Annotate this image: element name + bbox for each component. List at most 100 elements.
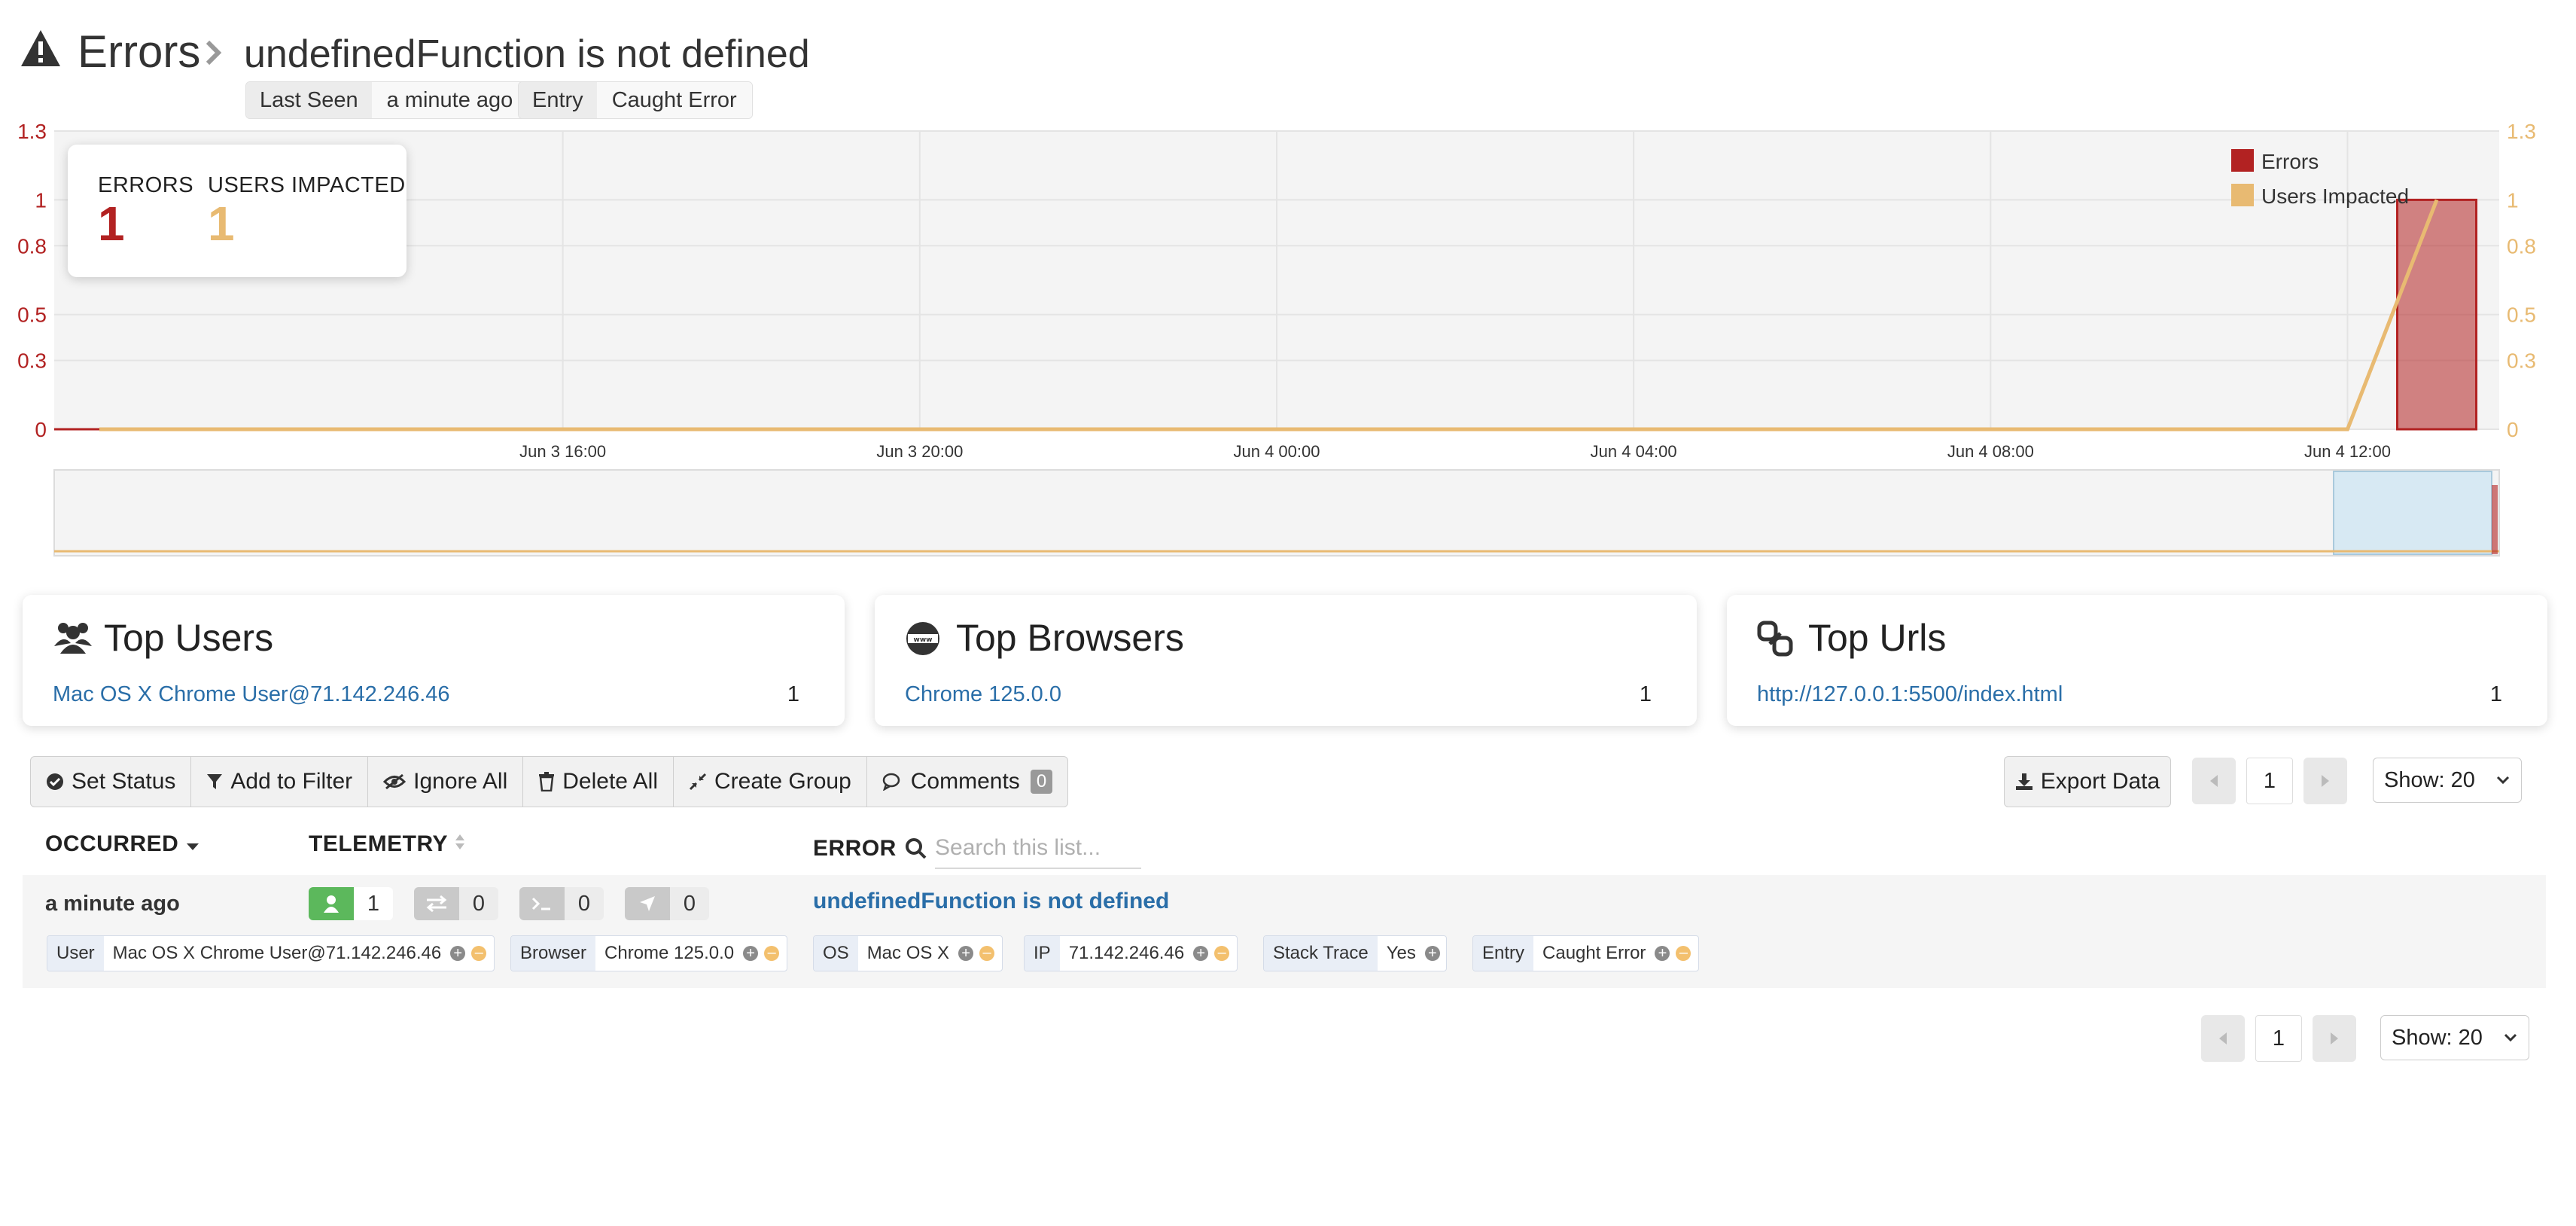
summary-card: ERRORS 1 USERS IMPACTED 1	[68, 145, 406, 277]
tag-value: Caught Error	[596, 82, 752, 118]
top-user-link[interactable]: Mac OS X Chrome User@71.142.246.46	[53, 682, 450, 707]
search-icon	[905, 837, 927, 864]
y-tick-label-left: 0.8	[17, 234, 47, 258]
tag-key: Entry	[519, 82, 597, 118]
plus-circle-icon[interactable]: +	[958, 946, 974, 961]
navigator	[53, 469, 2500, 557]
chip-ip: IP 71.142.246.46 + –	[1024, 935, 1238, 971]
telemetry-user-count: 1	[354, 887, 393, 920]
top-urls-title: Top Urls	[1808, 617, 1947, 659]
chevron-down-icon	[2504, 1033, 2517, 1042]
users-icon	[53, 621, 93, 657]
telemetry-console-count: 0	[565, 887, 604, 920]
y-tick-label-right: 0.8	[2507, 234, 2536, 258]
ignore-all-label: Ignore All	[413, 769, 508, 794]
globe-icon: www	[905, 621, 941, 660]
comments-button[interactable]: Comments 0	[867, 757, 1067, 807]
current-page: 1	[2246, 758, 2293, 804]
minus-circle-icon[interactable]: –	[1676, 945, 1691, 961]
next-page-button[interactable]	[2303, 758, 2347, 804]
x-tick-label: Jun 4 12:00	[2304, 442, 2391, 461]
chevron-down-icon	[2496, 776, 2510, 785]
top-browser-link[interactable]: Chrome 125.0.0	[905, 682, 1061, 707]
plus-circle-icon[interactable]: +	[1193, 946, 1209, 961]
delete-all-button[interactable]: Delete All	[523, 757, 674, 807]
chip-user: User Mac OS X Chrome User@71.142.246.46 …	[47, 935, 495, 971]
download-icon	[2015, 773, 2032, 790]
set-status-button[interactable]: Set Status	[31, 757, 192, 807]
caret-left-icon	[2219, 1032, 2227, 1045]
plus-circle-icon[interactable]: +	[1655, 946, 1670, 961]
location-arrow-icon	[625, 887, 670, 920]
y-tick-label-left: 1.3	[17, 120, 47, 143]
telemetry-navigation-count: 0	[670, 887, 709, 920]
export-data-button[interactable]: Export Data	[2004, 756, 2171, 807]
page-title[interactable]: Errors	[78, 26, 200, 78]
top-users-title: Top Users	[104, 617, 274, 659]
legend-swatch-errors	[2231, 149, 2254, 172]
chip-os: OS Mac OS X + –	[813, 935, 1003, 971]
add-to-filter-button[interactable]: Add to Filter	[191, 757, 369, 807]
bottom-page-size-select[interactable]: Show: 20	[2380, 1015, 2529, 1060]
error-title: undefinedFunction is not defined	[244, 32, 810, 76]
bulk-action-toolbar: Set Status Add to Filter Ignore All Dele…	[30, 756, 1069, 807]
terminal-icon	[519, 887, 565, 920]
y-tick-label-right: 0.3	[2507, 349, 2536, 373]
create-group-button[interactable]: Create Group	[674, 757, 867, 807]
plus-circle-icon[interactable]: +	[450, 946, 466, 961]
tag-key: Last Seen	[246, 82, 372, 118]
chip-key: User	[47, 936, 104, 971]
errors-value: 1	[98, 197, 125, 251]
errors-bar	[2396, 198, 2478, 431]
legend-label-users-impacted: Users Impacted	[2261, 185, 2409, 208]
minus-circle-icon[interactable]: –	[1214, 945, 1230, 961]
plus-circle-icon[interactable]: +	[743, 946, 759, 961]
error-link[interactable]: undefinedFunction is not defined	[813, 889, 1169, 914]
legend-swatch-users-impacted	[2231, 184, 2254, 206]
top-urls-card: Top Urls http://127.0.0.1:5500/index.htm…	[1727, 595, 2547, 726]
error-column-header: ERROR	[813, 836, 897, 861]
top-url-link[interactable]: http://127.0.0.1:5500/index.html	[1757, 682, 2063, 707]
top-browser-count: 1	[1639, 682, 1652, 706]
chip-browser: Browser Chrome 125.0.0 + –	[510, 935, 788, 971]
top-user-count: 1	[787, 682, 799, 706]
minus-circle-icon[interactable]: –	[979, 945, 995, 961]
set-status-label: Set Status	[72, 769, 176, 794]
errors-label: ERRORS	[98, 173, 194, 197]
sort-desc-icon	[187, 843, 199, 850]
bottom-prev-page-button[interactable]	[2201, 1015, 2245, 1062]
trash-icon	[539, 772, 555, 791]
user-icon	[309, 887, 354, 920]
occurred-cell: a minute ago	[45, 892, 180, 916]
chip-key: IP	[1025, 936, 1060, 971]
y-tick-label-left: 1	[35, 188, 47, 212]
chip-value: Caught Error	[1542, 943, 1646, 963]
y-tick-label-right: 0.5	[2507, 303, 2536, 327]
link-icon	[1757, 621, 1793, 660]
caret-right-icon	[2322, 775, 2329, 787]
y-tick-label-right: 1.3	[2507, 120, 2536, 143]
add-to-filter-label: Add to Filter	[230, 769, 353, 794]
chip-key: Stack Trace	[1264, 936, 1378, 971]
page-size-select[interactable]: Show: 20	[2373, 758, 2522, 803]
filter-icon	[207, 774, 223, 789]
occurred-column-header[interactable]: OCCURRED	[45, 831, 200, 857]
bottom-page-size-label: Show: 20	[2392, 1025, 2483, 1050]
eye-slash-icon	[383, 773, 406, 790]
plus-circle-icon[interactable]: +	[1424, 946, 1440, 961]
comments-label: Comments	[910, 769, 1020, 794]
top-url-count: 1	[2489, 682, 2502, 706]
bottom-next-page-button[interactable]	[2313, 1015, 2356, 1062]
chip-key: Entry	[1473, 936, 1534, 971]
prev-page-button[interactable]	[2192, 758, 2236, 804]
telemetry-column-header[interactable]: TELEMETRY	[309, 831, 466, 857]
navigator-bar	[2492, 485, 2498, 554]
ignore-all-button[interactable]: Ignore All	[368, 757, 524, 807]
telemetry-network: 0	[414, 887, 498, 920]
chevron-right-icon	[203, 39, 224, 70]
y-tick-label-left: 0	[35, 418, 47, 441]
comments-count-badge: 0	[1030, 770, 1053, 794]
minus-circle-icon[interactable]: –	[764, 945, 780, 961]
minus-circle-icon[interactable]: –	[471, 945, 487, 961]
search-input[interactable]	[935, 831, 1141, 865]
